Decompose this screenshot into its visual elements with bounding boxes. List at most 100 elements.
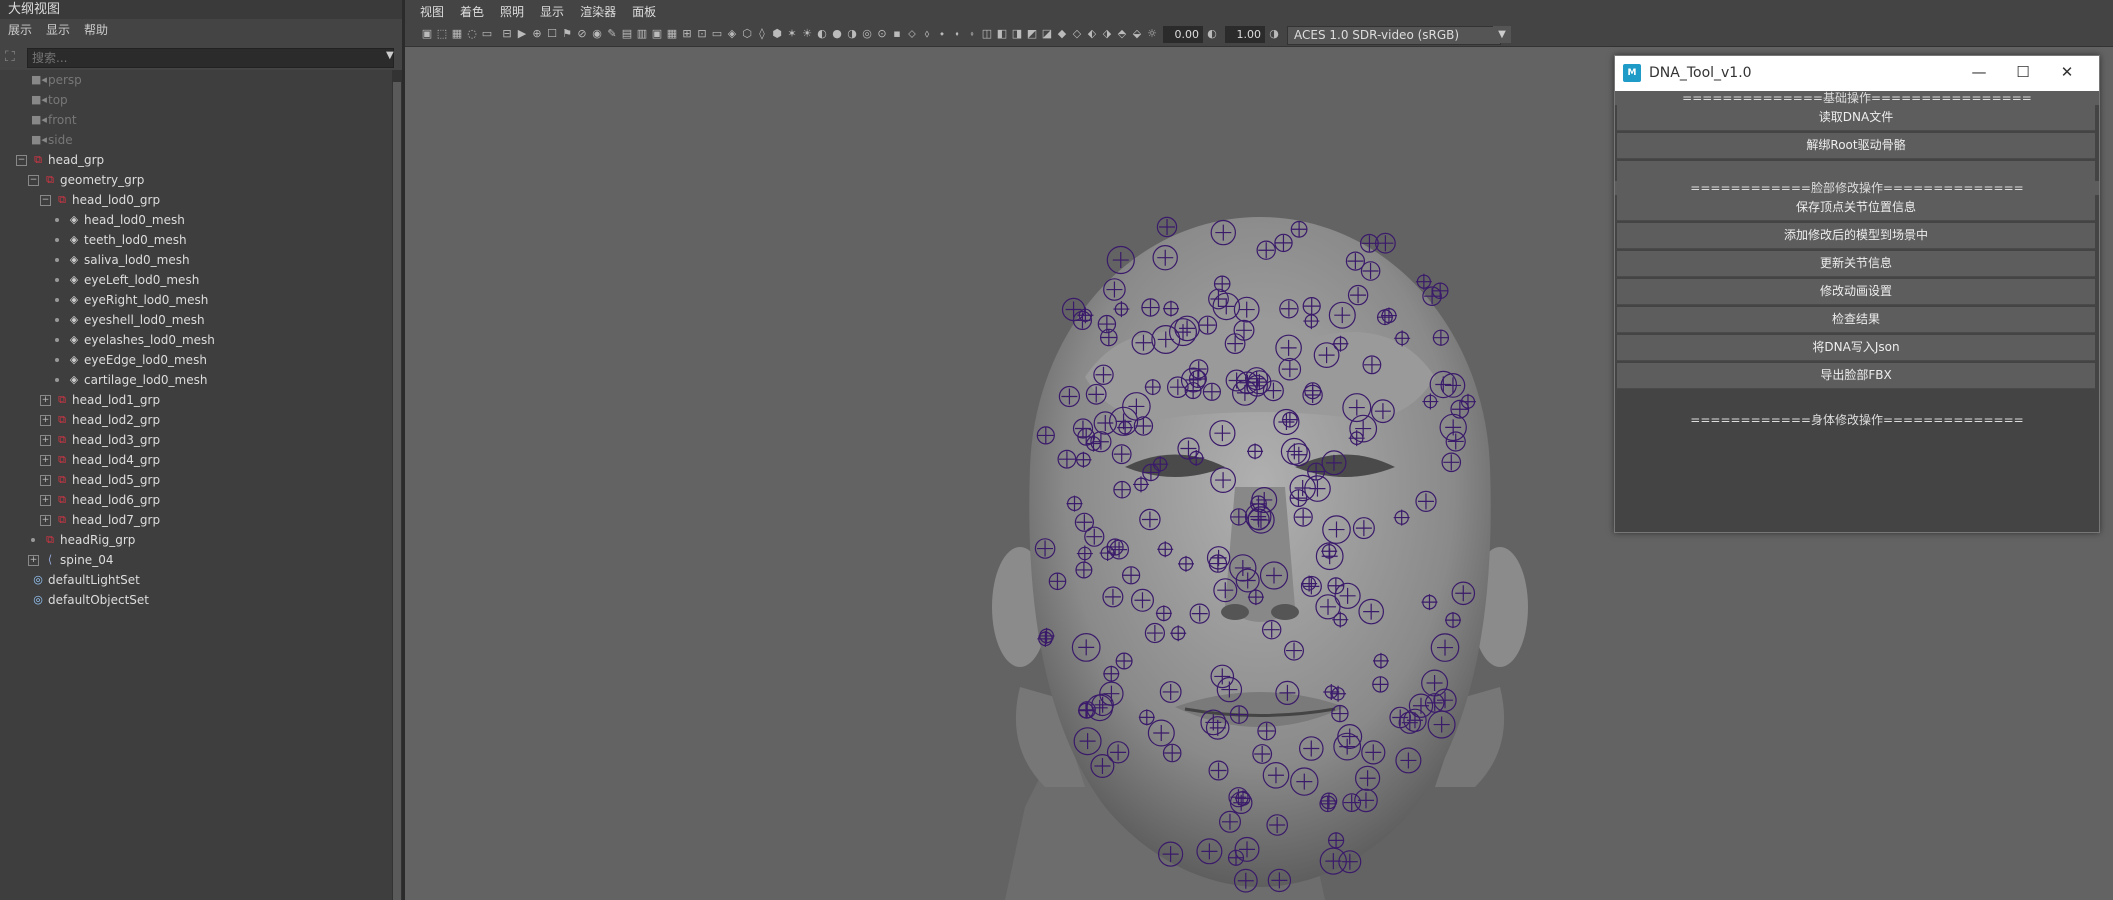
gamma-field[interactable]: 1.00 xyxy=(1225,26,1265,43)
toolbar-tool-icon[interactable]: ◩ xyxy=(1025,27,1039,41)
scrollbar-thumb[interactable] xyxy=(393,82,401,900)
toolbar-tool-icon[interactable]: ⊞ xyxy=(680,27,694,41)
outliner-item-head-lod7-grp[interactable]: + ⧉ head_lod7_grp xyxy=(0,510,392,530)
toolbar-tool-icon[interactable]: ▶ xyxy=(515,27,529,41)
modify-animation-button[interactable]: 修改动画设置 xyxy=(1617,279,2095,305)
outliner-item-top[interactable]: ■◂ top xyxy=(0,90,392,110)
toolbar-tool-icon[interactable]: ▪ xyxy=(890,27,904,41)
outliner-item-front[interactable]: ■◂ front xyxy=(0,110,392,130)
outliner-item-head-lod0-mesh[interactable]: ◈ head_lod0_mesh xyxy=(0,210,392,230)
toolbar-tool-icon[interactable]: ◑ xyxy=(845,27,859,41)
toolbar-tool-icon[interactable]: ⬫ xyxy=(965,27,979,41)
toolbar-tool-icon[interactable]: ✶ xyxy=(785,27,799,41)
toolbar-tool-icon[interactable]: ⬢ xyxy=(770,27,784,41)
outliner-item-persp[interactable]: ■◂ persp xyxy=(0,70,392,90)
toolbar-tool-icon[interactable]: ⊙ xyxy=(875,27,889,41)
outliner-item-eyeshell-lod0-mesh[interactable]: ◈ eyeshell_lod0_mesh xyxy=(0,310,392,330)
menu-shading[interactable]: 着色 xyxy=(460,0,484,24)
outliner-item-teeth-lod0-mesh[interactable]: ◈ teeth_lod0_mesh xyxy=(0,230,392,250)
toolbar-tool-icon[interactable]: ◇ xyxy=(1070,27,1084,41)
outliner-item-cartilage-lod0-mesh[interactable]: ◈ cartilage_lod0_mesh xyxy=(0,370,392,390)
toolbar-tool-icon[interactable]: ⬖ xyxy=(1085,27,1099,41)
outliner-item-defaultobjectset[interactable]: ◎ defaultObjectSet xyxy=(0,590,392,610)
expand-icon[interactable]: + xyxy=(40,415,51,426)
toolbar-tool-icon[interactable]: ● xyxy=(830,27,844,41)
close-icon[interactable]: ✕ xyxy=(2045,56,2089,91)
outliner-item-side[interactable]: ■◂ side xyxy=(0,130,392,150)
outliner-item-head-lod2-grp[interactable]: + ⧉ head_lod2_grp xyxy=(0,410,392,430)
outliner-item-eyelashes-lod0-mesh[interactable]: ◈ eyelashes_lod0_mesh xyxy=(0,330,392,350)
menu-lighting[interactable]: 照明 xyxy=(500,0,524,24)
expand-icon[interactable]: + xyxy=(40,495,51,506)
menu-renderer[interactable]: 渲染器 xyxy=(580,0,616,24)
toolbar-tool-icon[interactable]: ◊ xyxy=(755,27,769,41)
menu-show[interactable]: 显示 xyxy=(46,19,70,41)
outliner-item-saliva-lod0-mesh[interactable]: ◈ saliva_lod0_mesh xyxy=(0,250,392,270)
expand-icon[interactable]: + xyxy=(28,555,39,566)
menu-view[interactable]: 视图 xyxy=(420,0,444,24)
toolbar-tool-icon[interactable]: ◐ xyxy=(815,27,829,41)
toolbar-tool-icon[interactable]: ◆ xyxy=(1055,27,1069,41)
expand-icon[interactable]: + xyxy=(40,395,51,406)
toolbar-tool-icon[interactable]: ✎ xyxy=(605,27,619,41)
minimize-icon[interactable]: — xyxy=(1957,56,2001,91)
toolbar-tool-icon[interactable]: ▤ xyxy=(620,27,634,41)
check-result-button[interactable]: 检查结果 xyxy=(1617,307,2095,333)
toolbar-tool-icon[interactable]: ▣ xyxy=(420,27,434,41)
expand-icon[interactable]: + xyxy=(40,475,51,486)
filter-icon[interactable]: ⛶ xyxy=(5,49,21,65)
add-model-to-scene-button[interactable]: 添加修改后的模型到场景中 xyxy=(1617,223,2095,249)
outliner-item-eyeleft-lod0-mesh[interactable]: ◈ eyeLeft_lod0_mesh xyxy=(0,270,392,290)
toolbar-tool-icon[interactable]: ⊟ xyxy=(500,27,514,41)
menu-panels[interactable]: 面板 xyxy=(632,0,656,24)
unbind-root-button[interactable]: 解绑Root驱动骨骼 xyxy=(1617,133,2095,159)
toolbar-tool-icon[interactable]: ▭ xyxy=(710,27,724,41)
toolbar-tool-icon[interactable]: ▦ xyxy=(450,27,464,41)
menu-show[interactable]: 显示 xyxy=(540,0,564,24)
toolbar-tool-icon[interactable]: ⬦ xyxy=(905,27,919,41)
toolbar-tool-icon[interactable]: ◧ xyxy=(995,27,1009,41)
save-vertex-joint-button[interactable]: 保存顶点关节位置信息 xyxy=(1617,195,2095,221)
toolbar-tool-icon[interactable]: ⊡ xyxy=(695,27,709,41)
color-space-dropdown-icon[interactable]: ▼ xyxy=(1493,26,1511,43)
toolbar-tool-icon[interactable]: ⬡ xyxy=(740,27,754,41)
expand-icon[interactable]: + xyxy=(40,435,51,446)
search-input[interactable] xyxy=(27,48,394,68)
toolbar-tool-icon[interactable]: ⬪ xyxy=(950,27,964,41)
toolbar-tool-icon[interactable]: ◪ xyxy=(1040,27,1054,41)
toolbar-tool-icon[interactable]: ⊘ xyxy=(575,27,589,41)
toolbar-tool-icon[interactable]: ⊕ xyxy=(530,27,544,41)
toolbar-tool-icon[interactable]: ☼ xyxy=(1145,27,1159,41)
export-face-fbx-button[interactable]: 导出脸部FBX xyxy=(1617,363,2095,389)
outliner-item-eyeedge-lod0-mesh[interactable]: ◈ eyeEdge_lod0_mesh xyxy=(0,350,392,370)
menu-display[interactable]: 展示 xyxy=(8,19,32,41)
toolbar-tool-icon[interactable]: ◉ xyxy=(590,27,604,41)
expand-icon[interactable]: + xyxy=(40,515,51,526)
collapse-icon[interactable]: − xyxy=(16,155,27,166)
outliner-item-head-lod1-grp[interactable]: + ⧉ head_lod1_grp xyxy=(0,390,392,410)
collapse-icon[interactable]: − xyxy=(40,195,51,206)
outliner-item-head-lod3-grp[interactable]: + ⧉ head_lod3_grp xyxy=(0,430,392,450)
dna-tool-titlebar[interactable]: M DNA_Tool_v1.0 — ☐ ✕ xyxy=(1615,56,2099,91)
outliner-item-spine-04[interactable]: + ⟨ spine_04 xyxy=(0,550,392,570)
toolbar-tool-icon[interactable]: ⚑ xyxy=(560,27,574,41)
expand-icon[interactable]: + xyxy=(40,455,51,466)
color-space-select[interactable]: ACES 1.0 SDR-video (sRGB) xyxy=(1287,26,1501,45)
toolbar-tool-icon[interactable]: ◑ xyxy=(1267,27,1281,41)
collapse-icon[interactable]: − xyxy=(28,175,39,186)
read-dna-button[interactable]: 读取DNA文件 xyxy=(1617,105,2095,131)
toolbar-tool-icon[interactable]: ▦ xyxy=(665,27,679,41)
search-dropdown-icon[interactable]: ▼ xyxy=(386,50,394,61)
menu-help[interactable]: 帮助 xyxy=(84,19,108,41)
toolbar-tool-icon[interactable]: ◎ xyxy=(860,27,874,41)
toolbar-tool-icon[interactable]: ◐ xyxy=(1205,27,1219,41)
outliner-item-eyeright-lod0-mesh[interactable]: ◈ eyeRight_lod0_mesh xyxy=(0,290,392,310)
toolbar-tool-icon[interactable]: ⬘ xyxy=(1115,27,1129,41)
toolbar-tool-icon[interactable]: ◨ xyxy=(1010,27,1024,41)
toolbar-tool-icon[interactable]: ⬨ xyxy=(920,27,934,41)
outliner-item-head-lod0-grp[interactable]: − ⧉ head_lod0_grp xyxy=(0,190,392,210)
update-joints-button[interactable]: 更新关节信息 xyxy=(1617,251,2095,277)
toolbar-tool-icon[interactable]: ◫ xyxy=(980,27,994,41)
toolbar-tool-icon[interactable]: ⬩ xyxy=(935,27,949,41)
toolbar-tool-icon[interactable]: ◈ xyxy=(725,27,739,41)
